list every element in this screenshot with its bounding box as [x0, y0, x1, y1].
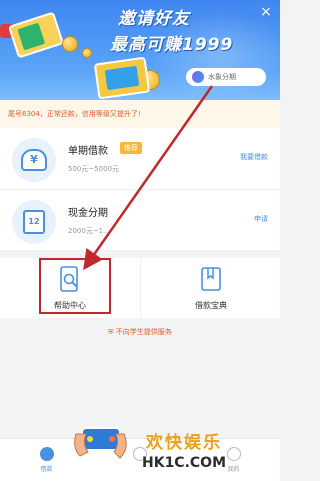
brand-logo-text: 水象分期 — [208, 73, 236, 81]
student-notice-text: 不向学生提供服务 — [115, 328, 172, 336]
coin-icon — [62, 36, 78, 52]
banner-phone-decoration-2 — [93, 56, 151, 100]
borrow-tab-icon — [39, 447, 54, 461]
tab-bar: 借款 我的 — [0, 438, 280, 481]
banner-subtitle: 最高可赚1999 — [110, 35, 234, 55]
user-icon — [226, 447, 241, 461]
highlight-box — [39, 258, 111, 314]
watermark-text: 欢快娱乐 — [146, 433, 222, 453]
calendar-icon: 12 — [12, 200, 56, 244]
close-icon[interactable]: × — [258, 4, 274, 20]
book-icon — [201, 267, 221, 291]
tab-label: 借款 — [40, 466, 53, 473]
loan-guide-button[interactable]: 借款宝典 — [140, 258, 280, 318]
brand-logo: 水象分期 — [186, 68, 266, 86]
brand-logo-icon — [192, 71, 204, 83]
product-range: 500元~5000元 — [68, 165, 120, 173]
yuan-icon: ¥ — [12, 138, 56, 182]
student-notice: ⛨ 不向学生提供服务 — [0, 327, 280, 337]
product-title: 单期借款 — [68, 146, 108, 157]
watermark-site: HK1C.COM — [142, 455, 227, 471]
gamepad-hand-icon — [74, 427, 127, 459]
promo-banner[interactable]: 邀请好友 最高可赚1999 × 水象分期 — [0, 0, 280, 100]
product-range: 2000元~1… — [68, 227, 111, 235]
banner-phone-decoration — [7, 11, 65, 59]
loan-guide-label: 借款宝典 — [195, 301, 227, 310]
shield-icon: ⛨ — [108, 328, 114, 336]
coin-icon — [82, 48, 92, 58]
notice-bar: 尾号6304，正常还款，信用等级又提升了! — [0, 100, 280, 128]
product-card-single-loan[interactable]: ¥ 单期借款 推荐 500元~5000元 我要借款 — [0, 128, 280, 190]
banner-title: 邀请好友 — [118, 9, 190, 29]
product-card-installment[interactable]: 12 现金分期 2000元~1… 申请 — [0, 190, 280, 250]
apply-link[interactable]: 申请 — [254, 214, 268, 224]
product-title: 现金分期 — [68, 208, 108, 219]
borrow-link[interactable]: 我要借款 — [240, 152, 268, 162]
recommend-badge: 推荐 — [120, 142, 142, 154]
